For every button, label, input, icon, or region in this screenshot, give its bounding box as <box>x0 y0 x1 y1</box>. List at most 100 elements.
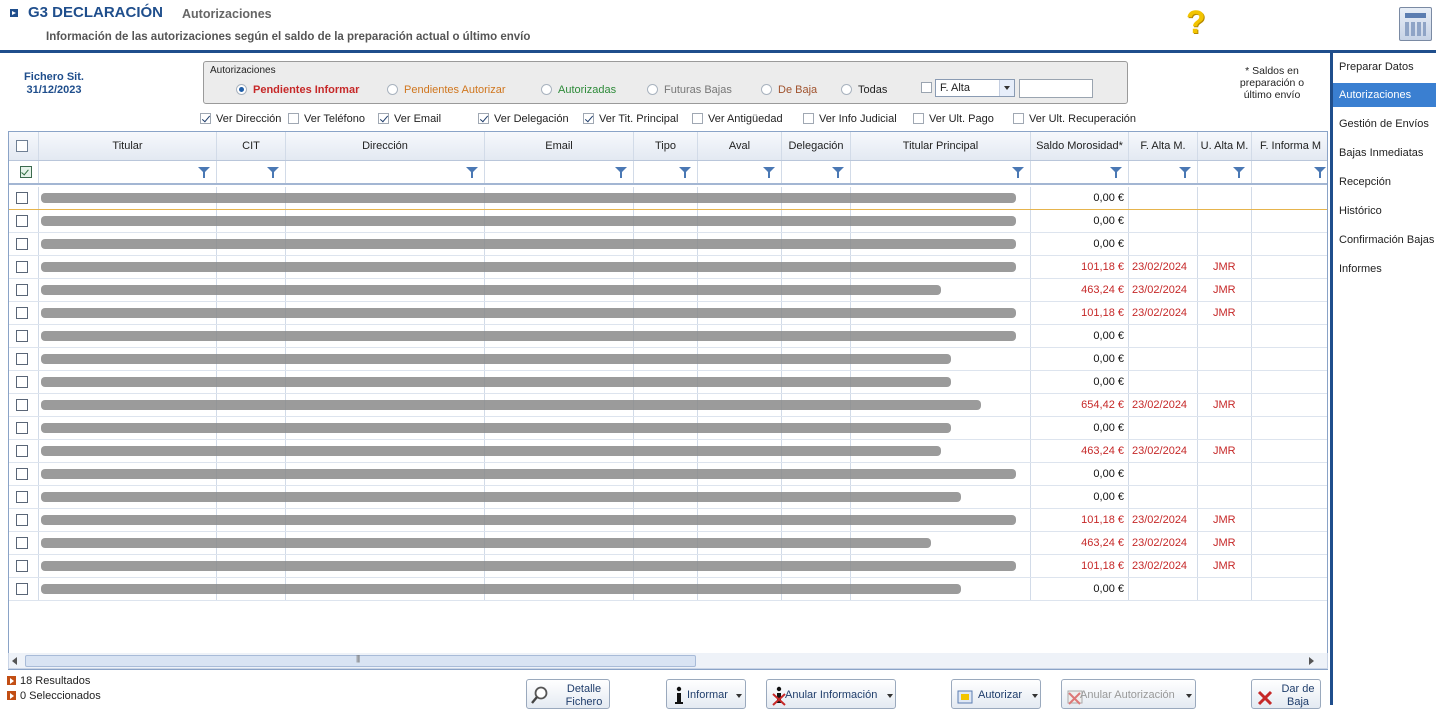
scroll-left-icon[interactable] <box>12 657 17 665</box>
nav-item-preparar-datos[interactable]: Preparar Datos <box>1333 55 1436 79</box>
table-row[interactable]: 463,24 €23/02/2024 JMR <box>9 440 1327 463</box>
checkbox-ver-direccion[interactable]: Ver Dirección <box>200 113 281 127</box>
help-icon[interactable]: ? <box>1186 4 1206 40</box>
column-header-f-informa[interactable]: F. Informa M <box>1252 132 1327 160</box>
table-row[interactable]: 0,00 € <box>9 210 1327 233</box>
table-row[interactable]: 0,00 € <box>9 348 1327 371</box>
table-row[interactable]: 0,00 € <box>9 325 1327 348</box>
row-checkbox[interactable] <box>16 307 28 319</box>
row-checkbox[interactable] <box>16 514 28 526</box>
row-checkbox[interactable] <box>16 238 28 250</box>
filter-funnel-icon[interactable] <box>1012 167 1024 178</box>
column-header-aval[interactable]: Aval <box>698 132 782 160</box>
checkbox-ver-delegacion[interactable]: Ver Delegación <box>478 113 569 127</box>
row-checkbox[interactable] <box>16 560 28 572</box>
column-header-u-alta[interactable]: U. Alta M. <box>1198 132 1252 160</box>
filter-cell-titular-principal[interactable] <box>851 161 1031 183</box>
filter-cell-f-alta[interactable] <box>1129 161 1198 183</box>
column-header-f-alta[interactable]: F. Alta M. <box>1129 132 1198 160</box>
date-filter-input[interactable] <box>1019 79 1093 98</box>
column-header-tipo[interactable]: Tipo <box>634 132 698 160</box>
column-header-saldo[interactable]: Saldo Morosidad* <box>1031 132 1129 160</box>
row-checkbox[interactable] <box>16 468 28 480</box>
radio-pendientes-autorizar[interactable]: Pendientes Autorizar <box>387 82 506 98</box>
column-header-cit[interactable]: CIT <box>217 132 286 160</box>
row-checkbox[interactable] <box>16 537 28 549</box>
nav-item-autorizaciones[interactable]: Autorizaciones <box>1333 83 1436 107</box>
row-checkbox[interactable] <box>16 422 28 434</box>
checkbox-ver-antiguedad[interactable]: Ver Antigüedad <box>692 113 783 127</box>
table-row[interactable]: 101,18 €23/02/2024 JMR <box>9 256 1327 279</box>
filter-cell-delegacion[interactable] <box>782 161 851 183</box>
filter-cell-titular[interactable] <box>39 161 217 183</box>
radio-pendientes-informar[interactable]: Pendientes Informar <box>236 82 359 98</box>
nav-item-confirmacion-bajas[interactable]: Confirmación Bajas <box>1333 228 1436 252</box>
table-row[interactable]: 463,24 €23/02/2024 JMR <box>9 279 1327 302</box>
row-checkbox[interactable] <box>16 215 28 227</box>
radio-autorizadas[interactable]: Autorizadas <box>541 82 616 98</box>
calculator-icon[interactable] <box>1399 7 1432 41</box>
column-header-direccion[interactable]: Dirección <box>286 132 485 160</box>
checkbox-ver-ult-recuperacion[interactable]: Ver Ult. Recuperación <box>1013 113 1136 127</box>
filter-funnel-icon[interactable] <box>267 167 279 178</box>
nav-item-gestion-envios[interactable]: Gestión de Envíos <box>1333 112 1436 136</box>
filter-cell-email[interactable] <box>485 161 634 183</box>
scroll-right-icon[interactable] <box>1309 657 1314 665</box>
row-checkbox[interactable] <box>16 583 28 595</box>
nav-item-historico[interactable]: Histórico <box>1333 199 1436 223</box>
filter-funnel-icon[interactable] <box>1179 167 1191 178</box>
filter-cell-tipo[interactable] <box>634 161 698 183</box>
table-row[interactable]: 0,00 € <box>9 187 1327 210</box>
column-header-titular-principal[interactable]: Titular Principal <box>851 132 1031 160</box>
row-checkbox[interactable] <box>16 376 28 388</box>
checkbox-ver-info-judicial[interactable]: Ver Info Judicial <box>803 113 897 127</box>
filter-cell-u-alta[interactable] <box>1198 161 1252 183</box>
filter-funnel-icon[interactable] <box>763 167 775 178</box>
row-checkbox[interactable] <box>16 399 28 411</box>
filter-funnel-icon[interactable] <box>198 167 210 178</box>
table-row[interactable]: 463,24 €23/02/2024 JMR <box>9 532 1327 555</box>
table-row[interactable]: 0,00 € <box>9 486 1327 509</box>
nav-item-recepcion[interactable]: Recepción <box>1333 170 1436 194</box>
filter-funnel-icon[interactable] <box>832 167 844 178</box>
filter-cell-f-informa[interactable] <box>1252 161 1327 183</box>
table-row[interactable]: 654,42 €23/02/2024 JMR <box>9 394 1327 417</box>
date-filter-select[interactable]: F. Alta <box>935 79 1015 97</box>
table-row[interactable]: 0,00 € <box>9 578 1327 601</box>
filter-funnel-icon[interactable] <box>679 167 691 178</box>
column-header-email[interactable]: Email <box>485 132 634 160</box>
checkbox-ver-email[interactable]: Ver Email <box>378 113 441 127</box>
table-row[interactable]: 101,18 €23/02/2024 JMR <box>9 509 1327 532</box>
filter-cell-direccion[interactable] <box>286 161 485 183</box>
table-row[interactable]: 0,00 € <box>9 233 1327 256</box>
checkbox-ver-ult-pago[interactable]: Ver Ult. Pago <box>913 113 994 127</box>
radio-futuras-bajas[interactable]: Futuras Bajas <box>647 82 732 98</box>
filter-funnel-icon[interactable] <box>1233 167 1245 178</box>
filter-cell-saldo[interactable] <box>1031 161 1129 183</box>
column-header-delegacion[interactable]: Delegación <box>782 132 851 160</box>
row-checkbox[interactable] <box>16 330 28 342</box>
row-checkbox[interactable] <box>16 284 28 296</box>
table-row[interactable]: 0,00 € <box>9 371 1327 394</box>
date-filter-checkbox[interactable] <box>921 82 932 93</box>
nav-item-informes[interactable]: Informes <box>1333 257 1436 281</box>
filter-cell-aval[interactable] <box>698 161 782 183</box>
nav-item-bajas-inmediatas[interactable]: Bajas Inmediatas <box>1333 141 1436 165</box>
row-checkbox[interactable] <box>16 192 28 204</box>
row-checkbox[interactable] <box>16 261 28 273</box>
table-row[interactable]: 0,00 € <box>9 463 1327 486</box>
filter-funnel-icon[interactable] <box>1314 167 1326 178</box>
table-row[interactable]: 0,00 € <box>9 417 1327 440</box>
filter-cell-cit[interactable] <box>217 161 286 183</box>
checkbox-ver-tit-principal[interactable]: Ver Tit. Principal <box>583 113 678 127</box>
radio-todas[interactable]: Todas <box>841 82 887 98</box>
row-checkbox[interactable] <box>16 353 28 365</box>
select-all-checkbox[interactable] <box>16 140 28 152</box>
row-checkbox[interactable] <box>16 491 28 503</box>
scrollbar-thumb[interactable] <box>25 654 696 667</box>
radio-de-baja[interactable]: De Baja <box>761 82 817 98</box>
table-row[interactable]: 101,18 €23/02/2024 JMR <box>9 302 1327 325</box>
filter-funnel-icon[interactable] <box>466 167 478 178</box>
filter-funnel-icon[interactable] <box>1110 167 1122 178</box>
column-header-titular[interactable]: Titular <box>39 132 217 160</box>
